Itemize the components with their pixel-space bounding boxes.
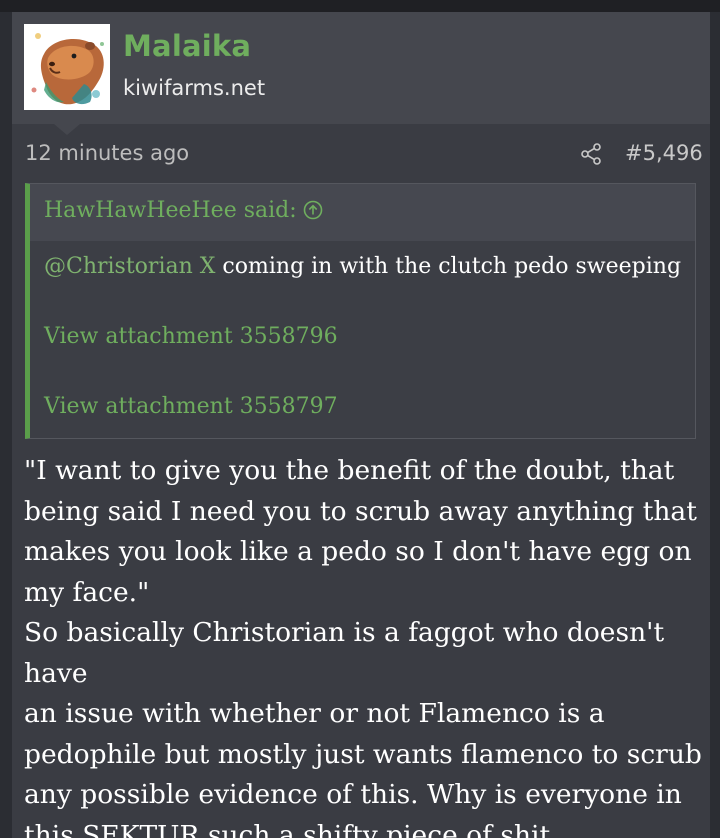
user-avatar[interactable] [24,24,110,110]
post-number-link[interactable]: #5,496 [625,141,703,165]
quote-body: @Christorian X coming in with the clutch… [30,241,695,438]
arrow-up-circle-icon[interactable] [303,200,323,220]
message-line: any possible evidence of this. Why is ev… [24,779,682,810]
quote-text: @Christorian X coming in with the clutch… [44,254,681,279]
message-line: my face." [24,576,150,608]
top-bar-strip [0,0,720,12]
quote-block: HawHawHeeHee said: @Christorian X coming… [25,183,696,439]
attachment-link[interactable]: View attachment 3558796 [44,324,338,349]
message-line: this SEKTUR such a shifty piece of shit. [24,819,559,838]
message-line: So basically Christorian is a faggot who… [24,617,665,689]
post-meta-row: 12 minutes ago #5,496 [12,136,710,176]
message-line: makes you look like a pedo so I don't ha… [24,536,692,567]
message-line: being said I need you to scrub away anyt… [24,495,697,527]
attachment-link[interactable]: View attachment 3558797 [44,394,338,419]
user-mention-link[interactable]: @Christorian X [44,254,215,279]
post-message: "I want to give you the benefit of the d… [24,451,708,838]
share-icon[interactable] [579,142,603,166]
header-notch [54,124,80,135]
message-line: an issue with whether or not Flamenco is… [24,698,605,729]
capybara-avatar-icon [24,24,110,110]
post-timestamp[interactable]: 12 minutes ago [25,141,189,165]
user-title: kiwifarms.net [123,76,266,100]
post-user-header: Malaika kiwifarms.net [12,12,710,124]
forum-post: Malaika kiwifarms.net 12 minutes ago #5,… [12,12,710,838]
message-line: "I want to give you the benefit of the d… [24,455,675,486]
quote-author-label[interactable]: HawHawHeeHee said: [44,198,297,223]
message-line: pedophile but mostly just wants flamenco… [24,738,702,770]
quote-text-content: coming in with the clutch pedo sweeping [215,254,682,279]
post-username[interactable]: Malaika [123,29,251,63]
quote-title[interactable]: HawHawHeeHee said: [44,198,323,223]
